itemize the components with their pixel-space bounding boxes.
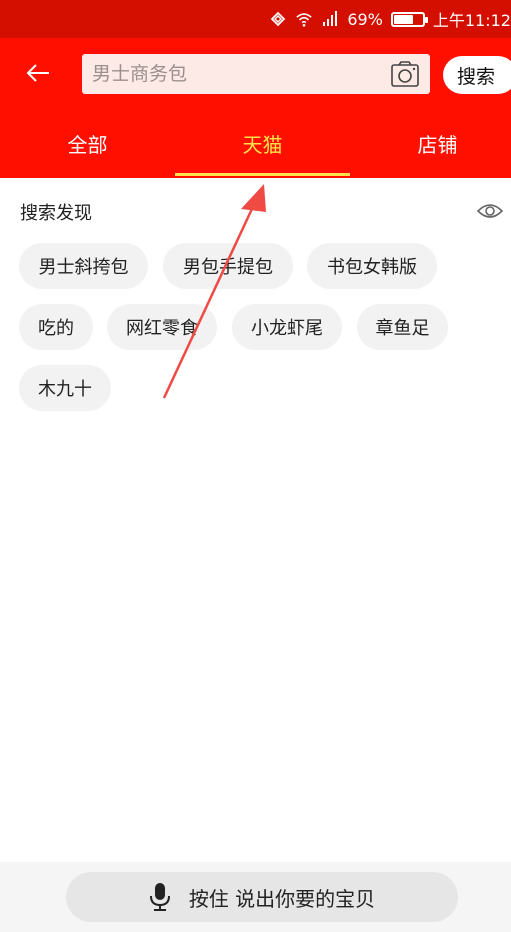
search-button[interactable]: 搜索	[443, 56, 511, 94]
voice-search-button[interactable]: 按住 说出你要的宝贝	[66, 872, 458, 922]
discovery-tag[interactable]: 网红零食	[107, 304, 217, 350]
microphone-icon	[149, 883, 170, 911]
eye-icon[interactable]	[476, 200, 504, 222]
arrow-left-icon	[26, 64, 49, 82]
discovery-tag[interactable]: 小龙虾尾	[232, 304, 342, 350]
discovery-tag[interactable]: 男包手提包	[163, 243, 293, 289]
battery-fill	[393, 14, 413, 24]
tab-tmall[interactable]: 天猫	[175, 108, 350, 178]
discovery-title: 搜索发现	[20, 203, 92, 224]
vibrate-icon	[271, 11, 286, 27]
voice-search-label: 按住 说出你要的宝贝	[188, 886, 376, 911]
search-box[interactable]	[82, 54, 430, 94]
camera-icon[interactable]	[390, 60, 420, 88]
search-tabs: 全部 天猫 店铺	[0, 108, 511, 178]
tab-all[interactable]: 全部	[0, 108, 175, 178]
wifi-icon	[296, 13, 313, 27]
discovery-tag[interactable]: 吃的	[19, 304, 93, 350]
battery-percent: 69%	[347, 9, 383, 29]
signal-icon	[323, 11, 338, 26]
active-tab-indicator	[175, 173, 350, 176]
voice-bar: 按住 说出你要的宝贝	[0, 862, 511, 932]
status-bar: 69% 上午11:12	[0, 0, 511, 38]
search-header: 搜索	[0, 38, 511, 108]
tab-shops[interactable]: 店铺	[350, 108, 511, 178]
discovery-tag[interactable]: 男士斜挎包	[19, 243, 148, 289]
clock: 上午11:12	[432, 11, 511, 30]
discovery-tag[interactable]: 章鱼足	[357, 304, 448, 350]
battery-icon	[390, 11, 428, 27]
discovery-tag[interactable]: 书包女韩版	[307, 243, 437, 289]
search-input[interactable]	[92, 63, 372, 85]
discovery-tag[interactable]: 木九十	[19, 365, 111, 411]
back-button[interactable]	[18, 56, 58, 90]
